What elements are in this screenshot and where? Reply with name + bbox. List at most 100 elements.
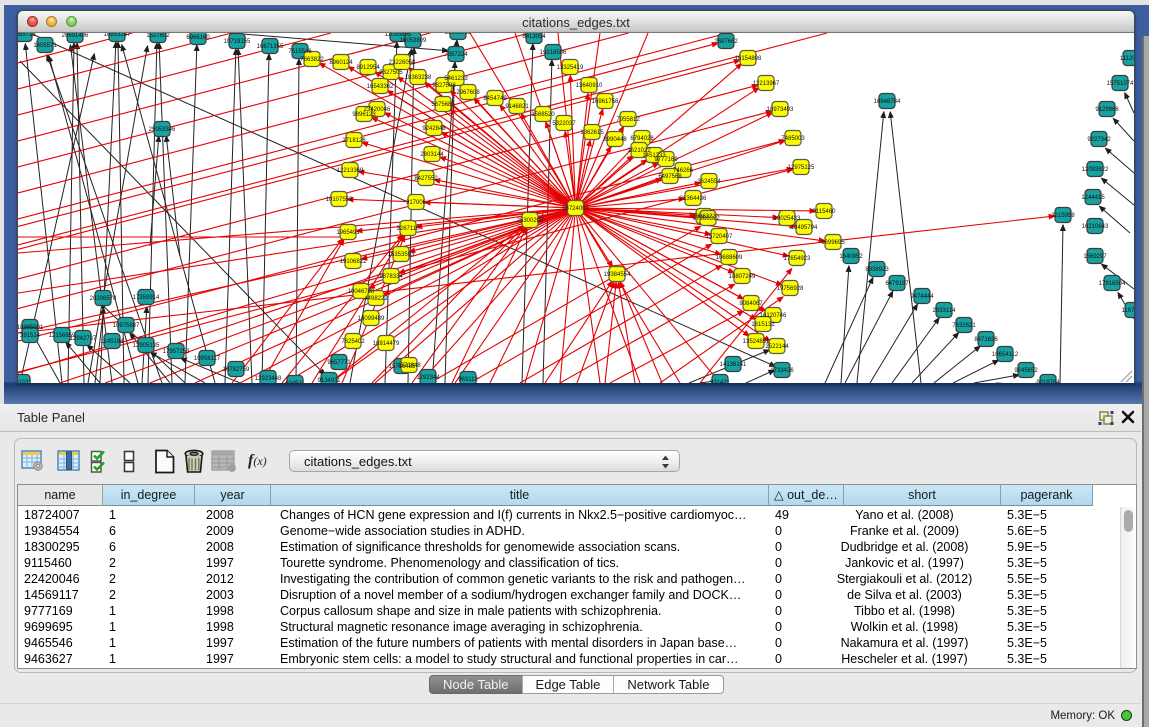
svg-text:20206570: 20206570 <box>90 296 117 302</box>
svg-text:12093822: 12093822 <box>1082 167 1109 173</box>
svg-text:12905135: 12905135 <box>133 343 160 349</box>
svg-text:2803144: 2803144 <box>420 152 444 158</box>
svg-text:7625402: 7625402 <box>341 339 365 345</box>
svg-text:10107553: 10107553 <box>326 197 353 203</box>
svg-text:20691406: 20691406 <box>62 33 89 39</box>
svg-text:7485003: 7485003 <box>781 136 805 142</box>
svg-text:5461233: 5461233 <box>444 76 468 82</box>
svg-text:18603022: 18603022 <box>445 33 472 36</box>
svg-text:18724007: 18724007 <box>562 206 589 212</box>
svg-text:17359914: 17359914 <box>133 295 160 301</box>
svg-text:18363238: 18363238 <box>405 75 432 81</box>
svg-text:21364436: 21364436 <box>680 196 707 202</box>
svg-text:6497568: 6497568 <box>658 174 682 180</box>
svg-text:1405571: 1405571 <box>33 43 57 49</box>
svg-text:9878334: 9878334 <box>379 274 403 280</box>
svg-text:1733426: 1733426 <box>770 368 794 374</box>
svg-text:10025433: 10025433 <box>774 216 801 222</box>
svg-text:15353593: 15353593 <box>388 252 415 258</box>
svg-text:1588520: 1588520 <box>531 112 555 118</box>
svg-text:12213967: 12213967 <box>753 81 780 87</box>
svg-text:9896123: 9896123 <box>352 112 376 118</box>
svg-text:1527602: 1527602 <box>146 33 170 39</box>
svg-text:1167534: 1167534 <box>1122 308 1134 314</box>
svg-text:2933114: 2933114 <box>933 308 957 314</box>
svg-text:15720407: 15720407 <box>706 234 733 240</box>
svg-text:13325419: 13325419 <box>557 65 584 71</box>
svg-text:3267110: 3267110 <box>397 226 421 232</box>
svg-text:16961758: 16961758 <box>592 99 619 105</box>
svg-text:7955812: 7955812 <box>616 117 640 123</box>
svg-text:17916504: 17916504 <box>1099 281 1126 287</box>
svg-text:6966160: 6966160 <box>186 35 210 41</box>
svg-text:10654112: 10654112 <box>992 352 1019 358</box>
svg-text:1244415: 1244415 <box>1081 195 1105 201</box>
svg-text:12942737: 12942737 <box>70 336 97 342</box>
svg-text:9218764: 9218764 <box>1036 380 1060 383</box>
svg-text:9474444: 9474444 <box>910 294 934 300</box>
svg-text:17957253: 17957253 <box>163 349 190 355</box>
svg-text:7632621: 7632621 <box>952 323 976 329</box>
svg-text:2967608: 2967608 <box>456 90 480 96</box>
svg-text:12923448: 12923448 <box>255 376 282 382</box>
svg-text:5875685: 5875685 <box>431 102 455 108</box>
svg-text:9699695: 9699695 <box>821 240 845 246</box>
svg-text:25300205: 25300205 <box>517 218 544 224</box>
svg-text:19106822: 19106822 <box>340 259 367 265</box>
svg-text:18495794: 18495794 <box>791 225 818 231</box>
svg-text:1112064: 1112064 <box>1120 56 1134 62</box>
svg-text:3215958: 3215958 <box>1051 213 1075 219</box>
svg-text:9327505: 9327505 <box>379 70 403 76</box>
svg-text:15751074: 15751074 <box>1107 81 1134 87</box>
svg-text:2055713: 2055713 <box>18 33 36 38</box>
svg-text:8813054: 8813054 <box>522 34 546 40</box>
svg-text:391514: 391514 <box>20 333 41 339</box>
svg-text:13640910: 13640910 <box>576 83 603 89</box>
svg-text:9227342: 9227342 <box>1087 137 1111 143</box>
svg-text:917006: 917006 <box>406 200 427 206</box>
svg-text:16914479: 16914479 <box>373 341 400 347</box>
svg-text:16154808: 16154808 <box>735 56 762 62</box>
svg-text:9242848: 9242848 <box>422 126 446 132</box>
svg-text:14136141: 14136141 <box>720 362 747 368</box>
svg-text:9657771: 9657771 <box>327 360 351 366</box>
svg-text:4498222: 4498222 <box>364 296 388 302</box>
svg-text:10719155: 10719155 <box>224 39 251 45</box>
svg-text:16543362: 16543362 <box>367 84 394 90</box>
svg-text:9084067: 9084067 <box>739 301 763 307</box>
svg-text:2522144: 2522144 <box>765 344 789 350</box>
svg-text:1965491: 1965491 <box>336 230 360 236</box>
svg-text:16648784: 16648784 <box>874 99 901 105</box>
svg-text:9129966: 9129966 <box>1095 107 1119 113</box>
svg-text:5322037: 5322037 <box>552 121 576 127</box>
svg-text:10688609: 10688609 <box>716 255 743 261</box>
svg-text:2687662: 2687662 <box>714 39 738 45</box>
svg-text:931421: 931421 <box>710 380 731 383</box>
svg-text:10958117: 10958117 <box>194 356 221 362</box>
svg-text:29053346: 29053346 <box>149 127 176 133</box>
svg-text:1571648: 1571648 <box>397 363 421 369</box>
svg-text:6794028: 6794028 <box>630 136 654 142</box>
svg-text:8427552: 8427552 <box>414 176 438 182</box>
svg-text:9777169: 9777169 <box>654 157 678 163</box>
svg-text:10975887: 10975887 <box>113 323 140 329</box>
svg-text:9146821: 9146821 <box>505 104 529 110</box>
svg-text:7663822: 7663822 <box>300 57 324 63</box>
svg-text:10782759: 10782759 <box>223 367 250 373</box>
svg-text:16120746: 16120746 <box>760 313 787 319</box>
svg-text:19384554: 19384554 <box>604 272 631 278</box>
svg-text:1615132: 1615132 <box>751 322 775 328</box>
svg-text:16210643: 16210643 <box>1082 224 1109 230</box>
svg-text:18807249: 18807249 <box>729 274 756 280</box>
svg-text:9115460: 9115460 <box>813 209 837 215</box>
svg-text:18985001: 18985001 <box>18 325 44 331</box>
svg-text:14099489: 14099489 <box>358 316 385 322</box>
svg-text:3624554: 3624554 <box>697 179 721 185</box>
svg-text:7515546: 7515546 <box>288 49 312 55</box>
svg-text:23226058: 23226058 <box>389 60 416 66</box>
svg-text:16671355: 16671355 <box>257 44 284 50</box>
svg-text:16053809: 16053809 <box>400 38 427 44</box>
svg-text:19218506: 19218506 <box>540 50 567 56</box>
svg-text:1362615: 1362615 <box>580 130 604 136</box>
svg-text:1145194: 1145194 <box>101 339 125 345</box>
